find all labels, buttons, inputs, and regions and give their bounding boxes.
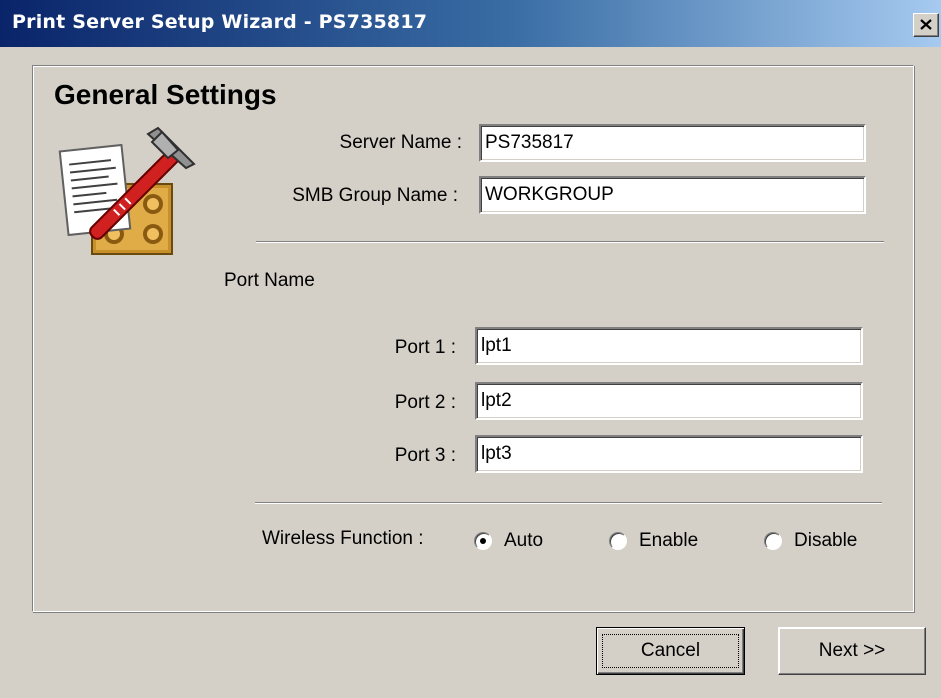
separator-bottom — [255, 502, 882, 504]
separator-top — [256, 241, 884, 243]
window-title: Print Server Setup Wizard - PS735817 — [12, 11, 428, 33]
wireless-function-label: Wireless Function : — [262, 528, 424, 549]
port-2-label: Port 2 : — [394, 392, 456, 413]
page-title: General Settings — [54, 79, 277, 110]
port-1-label: Port 1 : — [394, 337, 456, 358]
wireless-disable-radio[interactable]: Disable — [764, 530, 857, 552]
port-2-input[interactable] — [475, 382, 863, 420]
settings-wrench-hammer-icon — [58, 126, 196, 255]
radio-selected-icon — [474, 532, 492, 550]
title-bar: Print Server Setup Wizard - PS735817 — [0, 0, 941, 47]
radio-unselected-icon — [609, 532, 627, 550]
next-button[interactable]: Next >> — [778, 627, 926, 675]
wireless-enable-radio[interactable]: Enable — [609, 530, 698, 552]
cancel-button[interactable]: Cancel — [596, 627, 745, 675]
wireless-disable-label: Disable — [794, 530, 858, 551]
server-name-label: Server Name : — [339, 132, 462, 153]
server-name-input[interactable] — [479, 124, 866, 162]
wireless-auto-label: Auto — [504, 530, 544, 551]
wizard-window: Print Server Setup Wizard - PS735817 Gen… — [0, 0, 941, 698]
smb-group-label: SMB Group Name : — [292, 185, 458, 206]
close-icon — [920, 19, 932, 30]
close-button[interactable] — [913, 13, 939, 37]
cancel-button-label: Cancel — [640, 640, 701, 661]
wireless-auto-radio[interactable]: Auto — [474, 530, 543, 552]
port-name-section-label: Port Name — [224, 270, 315, 291]
wireless-enable-label: Enable — [639, 530, 699, 551]
next-button-label: Next >> — [818, 640, 886, 661]
port-3-label: Port 3 : — [394, 445, 456, 466]
port-3-input[interactable] — [475, 435, 863, 473]
radio-unselected-icon — [764, 532, 782, 550]
port-1-input[interactable] — [475, 327, 863, 365]
smb-group-input[interactable] — [479, 176, 866, 214]
